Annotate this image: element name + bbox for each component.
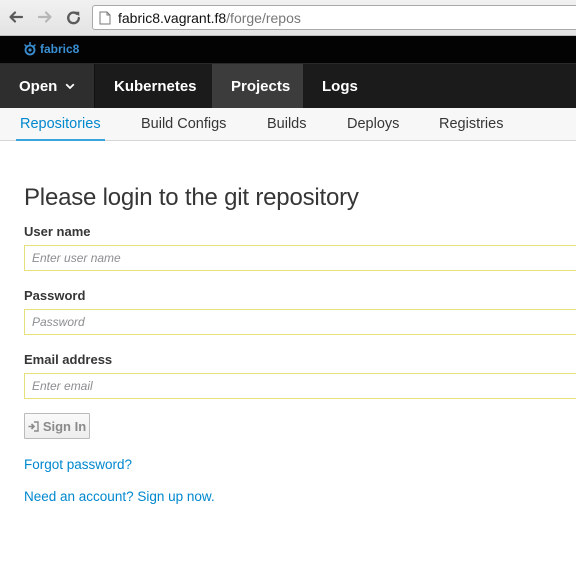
username-label: User name	[24, 224, 91, 239]
tab-repositories[interactable]: Repositories	[16, 108, 105, 141]
reload-icon[interactable]	[63, 7, 83, 27]
username-input[interactable]: Enter user name	[24, 245, 576, 271]
password-input[interactable]: Password	[24, 309, 576, 335]
sign-in-button[interactable]: Sign In	[24, 413, 90, 439]
page-title: Please login to the git repository	[24, 184, 359, 211]
signup-link[interactable]: Need an account? Sign up now.	[24, 489, 215, 504]
sign-in-label: Sign In	[42, 418, 87, 434]
open-menu-button[interactable]: Open	[0, 64, 95, 108]
email-label: Email address	[24, 352, 113, 367]
brand-name: fabric8	[40, 42, 80, 56]
fabric8-logo-icon	[24, 42, 36, 56]
email-input[interactable]: Enter email	[24, 373, 576, 399]
nav-item-label: Projects	[231, 77, 291, 95]
nav-item-label: Logs	[322, 77, 358, 95]
nav-item-logs[interactable]: Logs	[303, 64, 375, 108]
page-icon	[99, 11, 111, 25]
password-label: Password	[24, 288, 86, 303]
tab-registries[interactable]: Registries	[439, 108, 503, 140]
tab-build-configs[interactable]: Build Configs	[141, 108, 226, 140]
forgot-password-link[interactable]: Forgot password?	[24, 457, 132, 472]
browser-toolbar: fabric8.vagrant.f8/forge/repos	[0, 0, 576, 36]
fabric8-logo[interactable]: fabric8	[22, 42, 79, 56]
url-host: fabric8.vagrant.f8	[118, 9, 227, 26]
nav-item-label: Kubernetes	[114, 77, 197, 95]
main-nav: Open Kubernetes Projects Logs	[0, 64, 576, 108]
nav-item-projects[interactable]: Projects	[212, 64, 303, 108]
back-icon[interactable]	[6, 7, 26, 27]
nav-item-kubernetes[interactable]: Kubernetes	[95, 64, 212, 108]
brand-bar: fabric8	[0, 36, 576, 64]
tab-deploys[interactable]: Deploys	[347, 108, 399, 140]
forward-icon[interactable]	[35, 7, 55, 27]
url-path: /forge/repos	[226, 9, 301, 26]
open-menu-label: Open	[19, 77, 58, 95]
chevron-down-icon	[65, 83, 75, 90]
sign-in-icon	[28, 420, 39, 432]
tab-builds[interactable]: Builds	[267, 108, 307, 140]
sub-nav: Repositories Build Configs Builds Deploy…	[0, 108, 576, 141]
address-bar[interactable]: fabric8.vagrant.f8/forge/repos	[92, 5, 576, 30]
